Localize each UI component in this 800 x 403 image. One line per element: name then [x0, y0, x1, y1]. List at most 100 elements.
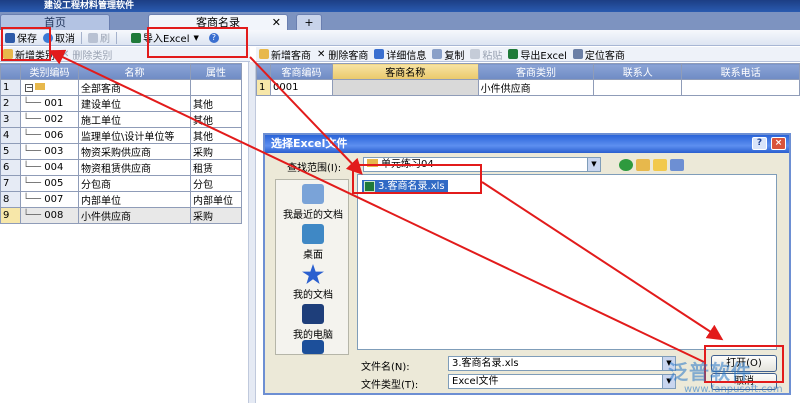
column-header[interactable]: 客商类别 — [477, 63, 595, 80]
refresh-icon — [88, 32, 98, 43]
locate-merchant-label: 定位客商 — [584, 50, 625, 62]
category-name: 建设单位 — [78, 95, 191, 112]
merchant-phone[interactable] — [681, 79, 800, 96]
table-row[interactable]: 3 └── 002 施工单位 其他 — [0, 111, 242, 128]
panel-splitter[interactable] — [248, 62, 256, 403]
category-code: └── 002 — [20, 111, 79, 128]
merchant-toolbar: 新增客商 ✕ 删除客商 详细信息 复制 粘贴 导出Excel 定位客商 — [256, 47, 800, 62]
category-attr: 分包 — [190, 175, 242, 192]
column-header[interactable]: 类别编码 — [20, 63, 79, 80]
column-header[interactable]: 联系人 — [593, 63, 683, 80]
category-attr: 其他 — [190, 111, 242, 128]
desktop-icon — [302, 224, 324, 244]
delete-icon: ✕ — [61, 48, 70, 60]
paste-button[interactable]: 粘贴 — [467, 47, 505, 62]
category-table-header: 类别编码 名称 属性 — [0, 63, 242, 80]
delete-category-button[interactable]: ✕ 删除类别 — [58, 47, 115, 62]
help-button[interactable]: ? — [752, 137, 767, 150]
column-header[interactable]: 属性 — [190, 63, 242, 80]
close-button[interactable]: × — [771, 137, 786, 150]
place-label: 桌面 — [303, 250, 323, 261]
category-name: 分包商 — [78, 175, 191, 192]
copy-button[interactable]: 复制 — [429, 47, 467, 62]
category-table: 类别编码 名称 属性 1− 全部客商 2 └── 001 建设单位 其他 3 └── 00… — [0, 63, 242, 224]
table-row[interactable]: 7 └── 005 分包商 分包 — [0, 175, 242, 192]
column-header[interactable]: 名称 — [78, 63, 191, 80]
column-header-active[interactable]: 客商名称 — [331, 63, 479, 80]
table-row[interactable]: 1 0001 小件供应商 — [256, 79, 800, 96]
copy-label: 复制 — [444, 50, 465, 62]
table-row[interactable]: 4 └── 006 监理单位\设计单位等 其他 — [0, 127, 242, 144]
merchant-table-header: 客商编码 客商名称 客商类别 联系人 联系电话 — [256, 63, 800, 80]
dialog-title: 选择Excel文件 — [271, 137, 348, 150]
merchant-contact[interactable] — [593, 79, 683, 96]
filetype-value: Excel文件 — [452, 376, 499, 387]
row-number-header — [0, 63, 21, 80]
row-number: 1 — [256, 79, 271, 96]
table-row[interactable]: 5 └── 003 物资采购供应商 采购 — [0, 143, 242, 160]
filetype-select[interactable]: Excel文件 ▼ — [448, 374, 676, 389]
back-icon[interactable] — [619, 159, 633, 171]
locate-merchant-button[interactable]: 定位客商 — [570, 47, 628, 62]
place-network[interactable] — [276, 340, 350, 356]
merchant-category[interactable]: 小件供应商 — [477, 79, 595, 96]
category-code: └── 006 — [20, 127, 79, 144]
table-row[interactable]: 2 └── 001 建设单位 其他 — [0, 95, 242, 112]
category-name: 监理单位\设计单位等 — [78, 127, 191, 144]
table-row[interactable]: 1− 全部客商 — [0, 79, 242, 96]
place-label: 我最近的文档 — [283, 210, 343, 221]
chevron-down-icon[interactable]: ▼ — [587, 158, 600, 171]
copy-icon — [432, 49, 443, 59]
add-merchant-button[interactable]: 新增客商 — [256, 47, 314, 62]
close-icon[interactable]: ✕ — [272, 15, 281, 31]
export-excel-button[interactable]: 导出Excel — [505, 47, 570, 62]
dialog-title-bar: 选择Excel文件 ? × — [265, 135, 789, 153]
place-my-computer[interactable]: 我的电脑 — [276, 304, 350, 341]
tree-line: └── — [23, 98, 45, 109]
delete-merchant-button[interactable]: ✕ 删除客商 — [314, 47, 371, 62]
merchant-name-cell[interactable] — [331, 79, 479, 96]
delete-merchant-label: 删除客商 — [328, 50, 369, 62]
category-attr: 采购 — [190, 143, 242, 160]
row-number-header — [256, 63, 271, 80]
row-number: 3 — [0, 111, 21, 128]
tree-line: └── — [23, 114, 45, 125]
detail-button[interactable]: 详细信息 — [371, 47, 429, 62]
column-header[interactable]: 客商编码 — [269, 63, 333, 80]
detail-label: 详细信息 — [386, 50, 427, 62]
collapse-icon[interactable]: − — [25, 84, 33, 92]
dialog-nav-tools — [619, 159, 687, 171]
category-name: 内部单位 — [78, 191, 191, 208]
category-attr — [190, 79, 242, 96]
category-name: 物资租赁供应商 — [78, 159, 191, 176]
computer-icon — [302, 304, 324, 324]
merchant-code[interactable]: 0001 — [269, 79, 333, 96]
star-icon — [302, 264, 324, 284]
refresh-button[interactable]: 刷 — [85, 30, 113, 45]
file-list[interactable]: 3.客商名录.xls — [357, 174, 777, 350]
add-tab-button[interactable]: + — [296, 14, 322, 30]
category-code: └── 008 — [20, 207, 79, 224]
add-icon — [259, 49, 269, 59]
column-header[interactable]: 联系电话 — [681, 63, 800, 80]
new-folder-icon[interactable] — [653, 159, 667, 171]
tree-line: └── — [23, 146, 45, 157]
excel-icon — [131, 32, 141, 43]
paste-icon — [470, 49, 481, 59]
watermark-url: www.fanpusoft.com — [684, 384, 783, 395]
up-folder-icon[interactable] — [636, 159, 650, 171]
filename-input[interactable]: 3.客商名录.xls ▼ — [448, 356, 676, 371]
place-desktop[interactable]: 桌面 — [276, 224, 350, 261]
table-row-selected[interactable]: 9 └── 008 小件供应商 采购 — [0, 207, 242, 224]
row-number: 5 — [0, 143, 21, 160]
tree-line: └── — [23, 178, 45, 189]
view-menu-icon[interactable] — [670, 159, 684, 171]
category-code-text: 008 — [44, 210, 64, 221]
places-bar: 我最近的文档 桌面 我的文档 我的电脑 — [275, 179, 349, 355]
place-recent[interactable]: 我最近的文档 — [276, 184, 350, 221]
place-my-documents[interactable]: 我的文档 — [276, 264, 350, 301]
table-row[interactable]: 8 └── 007 内部单位 内部单位 — [0, 191, 242, 208]
paste-label: 粘贴 — [482, 50, 503, 62]
tree-expander[interactable]: − — [20, 79, 79, 96]
table-row[interactable]: 6 └── 004 物资租赁供应商 租赁 — [0, 159, 242, 176]
